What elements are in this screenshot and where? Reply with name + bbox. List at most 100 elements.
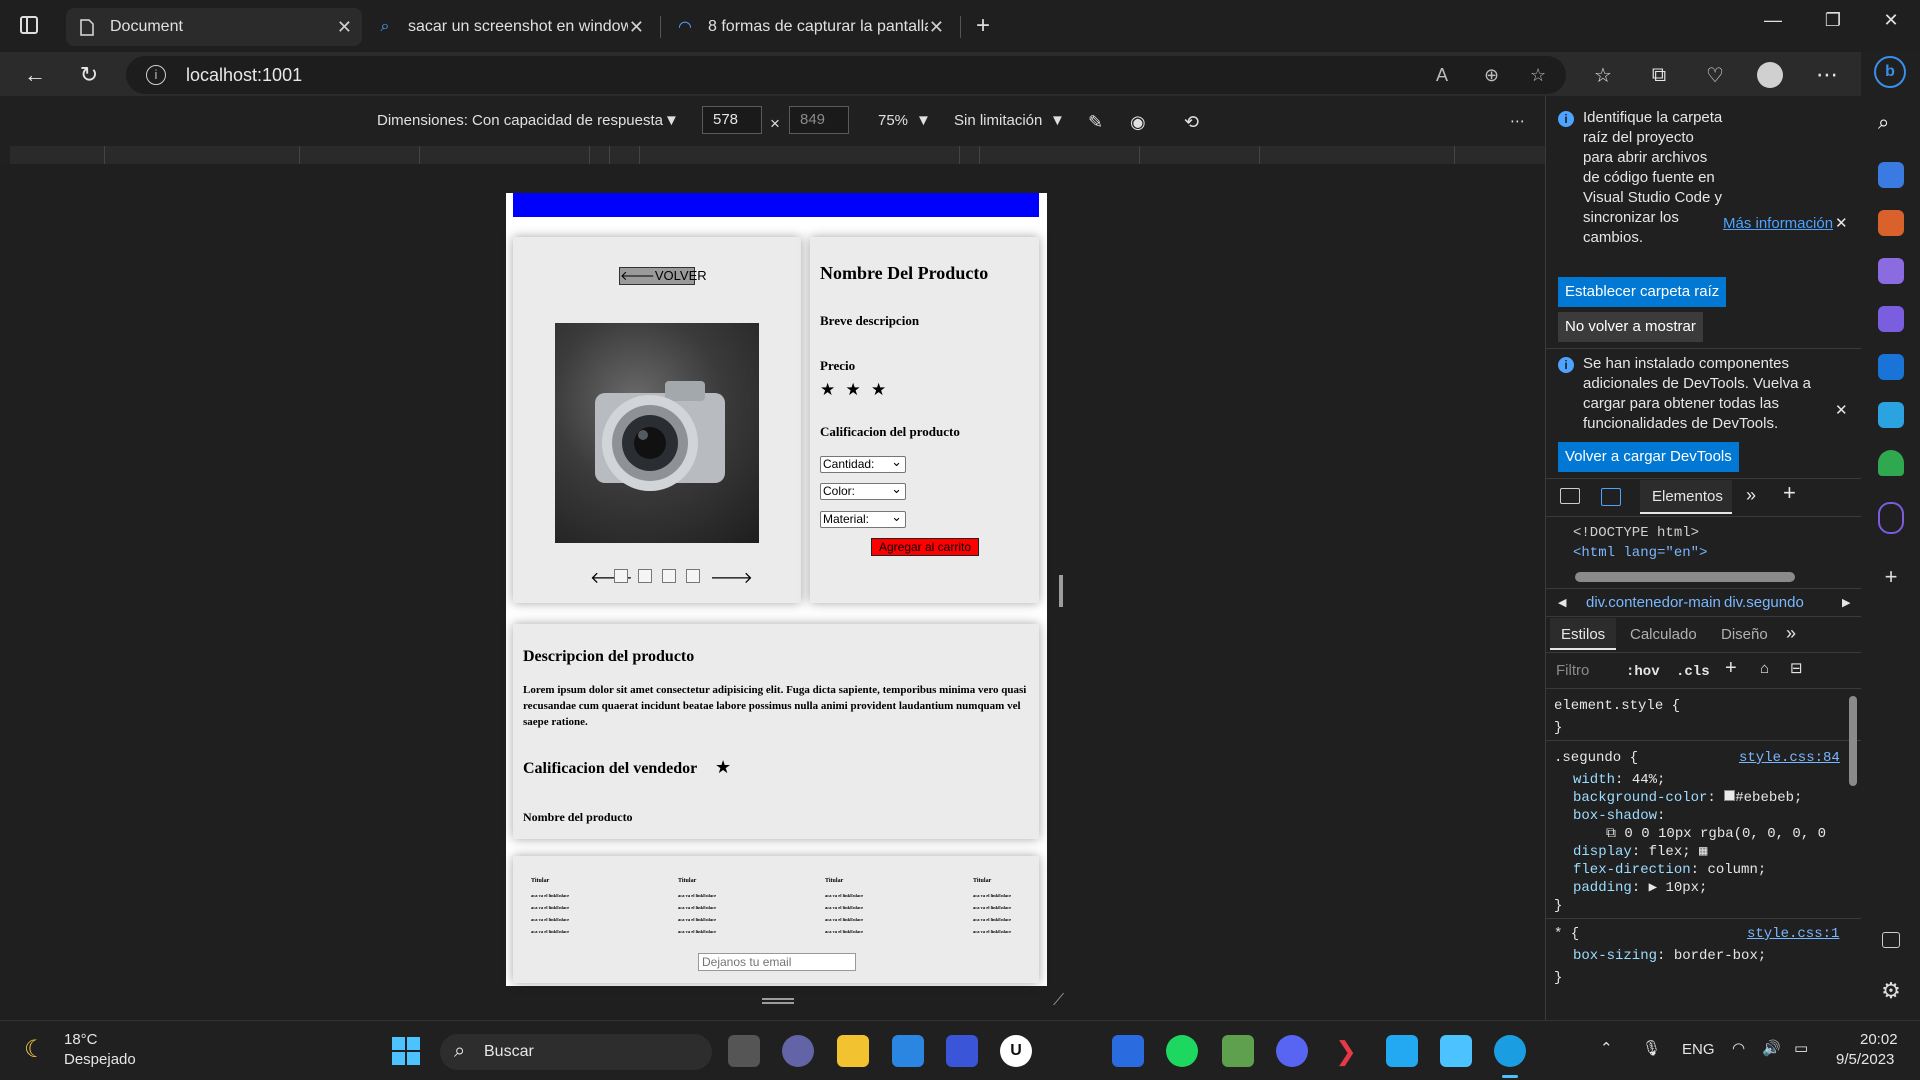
css-property[interactable]: padding: ▶ 10px; [1573, 878, 1707, 898]
quantity-select[interactable]: Cantidad: [820, 454, 906, 473]
paint-icon[interactable]: ⌂ [1760, 659, 1769, 679]
device-more-icon[interactable]: ⋯ [1510, 112, 1525, 130]
chevron-down-icon[interactable]: ▼ [664, 112, 679, 129]
more-tabs-icon[interactable]: » [1746, 485, 1756, 505]
styles-filter-input[interactable]: Filtro [1556, 661, 1589, 681]
footer-link[interactable]: aca va el linkEnlace [678, 902, 788, 914]
new-tab-icon[interactable]: + [976, 12, 990, 40]
more-menu-icon[interactable]: ⋯ [1812, 60, 1842, 90]
notepad-icon[interactable] [1440, 1035, 1472, 1067]
tab-styles-label[interactable]: Estilos [1561, 625, 1605, 645]
breadcrumb-next-icon[interactable]: ▶ [1842, 593, 1850, 613]
color-select[interactable]: Color: [820, 481, 906, 500]
close-icon[interactable]: ✕ [1835, 214, 1848, 234]
zoom-dropdown[interactable]: 75% [878, 112, 908, 129]
ubisoft-icon[interactable]: U [1000, 1035, 1032, 1067]
nodejs-icon[interactable] [1222, 1035, 1254, 1067]
device-emulation-icon[interactable] [1601, 488, 1621, 506]
footer-link[interactable]: aca va el linkEnlace [973, 914, 1033, 926]
breadcrumb-item[interactable]: div.segundo [1724, 593, 1804, 613]
wifi-icon[interactable]: ◠ [1732, 1039, 1745, 1057]
footer-link[interactable]: aca va el linkEnlace [678, 890, 788, 902]
tab-capturar[interactable]: ◠ 8 formas de capturar la pantalla ✕ [664, 8, 954, 46]
set-root-folder-button[interactable]: Establecer carpeta raíz [1558, 277, 1727, 307]
eyedropper-icon[interactable]: ✎ [1088, 112, 1103, 133]
footer-link[interactable]: aca va el linkEnlace [678, 926, 788, 938]
footer-link[interactable]: aca va el linkEnlace [825, 902, 935, 914]
app-icon[interactable] [1112, 1035, 1144, 1067]
material-select[interactable]: Material: [820, 509, 906, 528]
footer-link[interactable]: aca va el linkEnlace [825, 890, 935, 902]
css-property[interactable]: display: flex; ▦ [1573, 842, 1707, 862]
tree-icon[interactable] [1878, 450, 1904, 476]
close-tab-icon[interactable]: ✕ [629, 17, 644, 38]
app-icon[interactable]: ❯ [1330, 1035, 1362, 1067]
read-aloud-icon[interactable]: A [1436, 65, 1448, 86]
cls-toggle[interactable]: .cls [1676, 662, 1710, 682]
vscode-icon[interactable] [1386, 1035, 1418, 1067]
tab-layout[interactable]: Diseño [1721, 625, 1768, 645]
close-tab-icon[interactable]: ✕ [929, 17, 944, 38]
footer-link[interactable]: aca va el linkEnlace [973, 902, 1033, 914]
dom-line-html[interactable]: <html lang="en"> [1573, 543, 1707, 563]
tab-elements-label[interactable]: Elementos [1652, 487, 1723, 507]
close-window-icon[interactable]: ✕ [1868, 10, 1914, 31]
clock-date[interactable]: 9/5/2023 [1836, 1051, 1894, 1068]
gallery-next-icon[interactable]: 🡒 [710, 567, 753, 588]
css-property[interactable]: flex-direction: column; [1573, 860, 1766, 880]
back-icon[interactable]: ← [20, 60, 50, 90]
language-indicator[interactable]: ENG [1682, 1041, 1715, 1058]
rule-source-link[interactable]: style.css:84 [1739, 748, 1840, 768]
new-style-rule-icon[interactable]: + [1725, 658, 1737, 678]
send-icon[interactable] [1878, 402, 1904, 428]
taskbar-search[interactable]: ⌕ Buscar [440, 1034, 712, 1070]
shadow-editor-icon[interactable]: ⧉ [1606, 826, 1616, 842]
footer-link[interactable]: aca va el linkEnlace [973, 926, 1033, 938]
favorite-add-icon[interactable]: ☆ [1530, 65, 1546, 86]
footer-link[interactable]: aca va el linkEnlace [825, 926, 935, 938]
more-info-link[interactable]: Más información [1723, 214, 1833, 234]
settings-icon[interactable]: ⚙ [1878, 978, 1904, 1004]
spotify-icon[interactable] [1166, 1035, 1198, 1067]
file-explorer-icon[interactable] [837, 1035, 869, 1067]
mail-icon[interactable] [892, 1035, 924, 1067]
chevron-down-icon[interactable]: ▼ [1050, 112, 1065, 129]
more-tabs-icon[interactable]: » [1786, 623, 1796, 643]
css-property[interactable]: width: 44%; [1573, 770, 1665, 790]
weather-temp[interactable]: 18°C [64, 1031, 98, 1048]
add-tab-icon[interactable]: + [1783, 482, 1796, 504]
dom-line-doctype[interactable]: <!DOCTYPE html> [1573, 523, 1699, 543]
health-icon[interactable]: ♡ [1700, 60, 1730, 90]
refresh-icon[interactable]: ↻ [74, 60, 104, 90]
element-style-rule[interactable]: element.style { [1554, 696, 1680, 716]
footer-link[interactable]: aca va el linkEnlace [531, 914, 641, 926]
search-icon[interactable]: ⌕ [1878, 112, 1904, 138]
microphone-icon[interactable]: 🎙 [1642, 1039, 1661, 1057]
sidebar-toggle-icon[interactable]: ⊟ [1790, 659, 1803, 679]
css-property[interactable]: box-shadow: [1573, 806, 1665, 826]
rotate-icon[interactable]: ⟲ [1184, 112, 1199, 133]
avatar[interactable] [1755, 60, 1785, 90]
dom-scrollbar[interactable] [1575, 572, 1795, 582]
rule-source-link[interactable]: style.css:1 [1747, 924, 1839, 944]
css-property-value-line[interactable]: ⧉ 0 0 10px rgba(0, 0, 0, 0 [1606, 824, 1826, 844]
battery-icon[interactable]: ▭ [1794, 1039, 1808, 1057]
app-icon[interactable] [946, 1035, 978, 1067]
games-icon[interactable] [1878, 258, 1904, 284]
media-query-bar[interactable] [10, 146, 1545, 164]
tools-icon[interactable] [1878, 210, 1904, 236]
height-input[interactable]: 849 [789, 106, 849, 134]
edge-icon[interactable] [1494, 1035, 1526, 1067]
email-input[interactable] [698, 953, 856, 971]
breadcrumb-item[interactable]: div.contenedor-main [1586, 593, 1721, 613]
clock-time[interactable]: 20:02 [1860, 1031, 1898, 1048]
info-icon[interactable]: i [146, 65, 166, 85]
weather-desc[interactable]: Despejado [64, 1051, 136, 1068]
viewport-resize-corner-icon[interactable]: ⟋ [1053, 992, 1064, 1010]
chevron-down-icon[interactable]: ▼ [916, 112, 931, 129]
task-view-icon[interactable] [728, 1035, 760, 1067]
tab-actions-icon[interactable] [20, 16, 38, 34]
show-hidden-icon[interactable]: ⌃ [1600, 1039, 1613, 1057]
footer-link[interactable]: aca va el linkEnlace [678, 914, 788, 926]
collections-icon[interactable]: ⧉ [1644, 60, 1674, 90]
